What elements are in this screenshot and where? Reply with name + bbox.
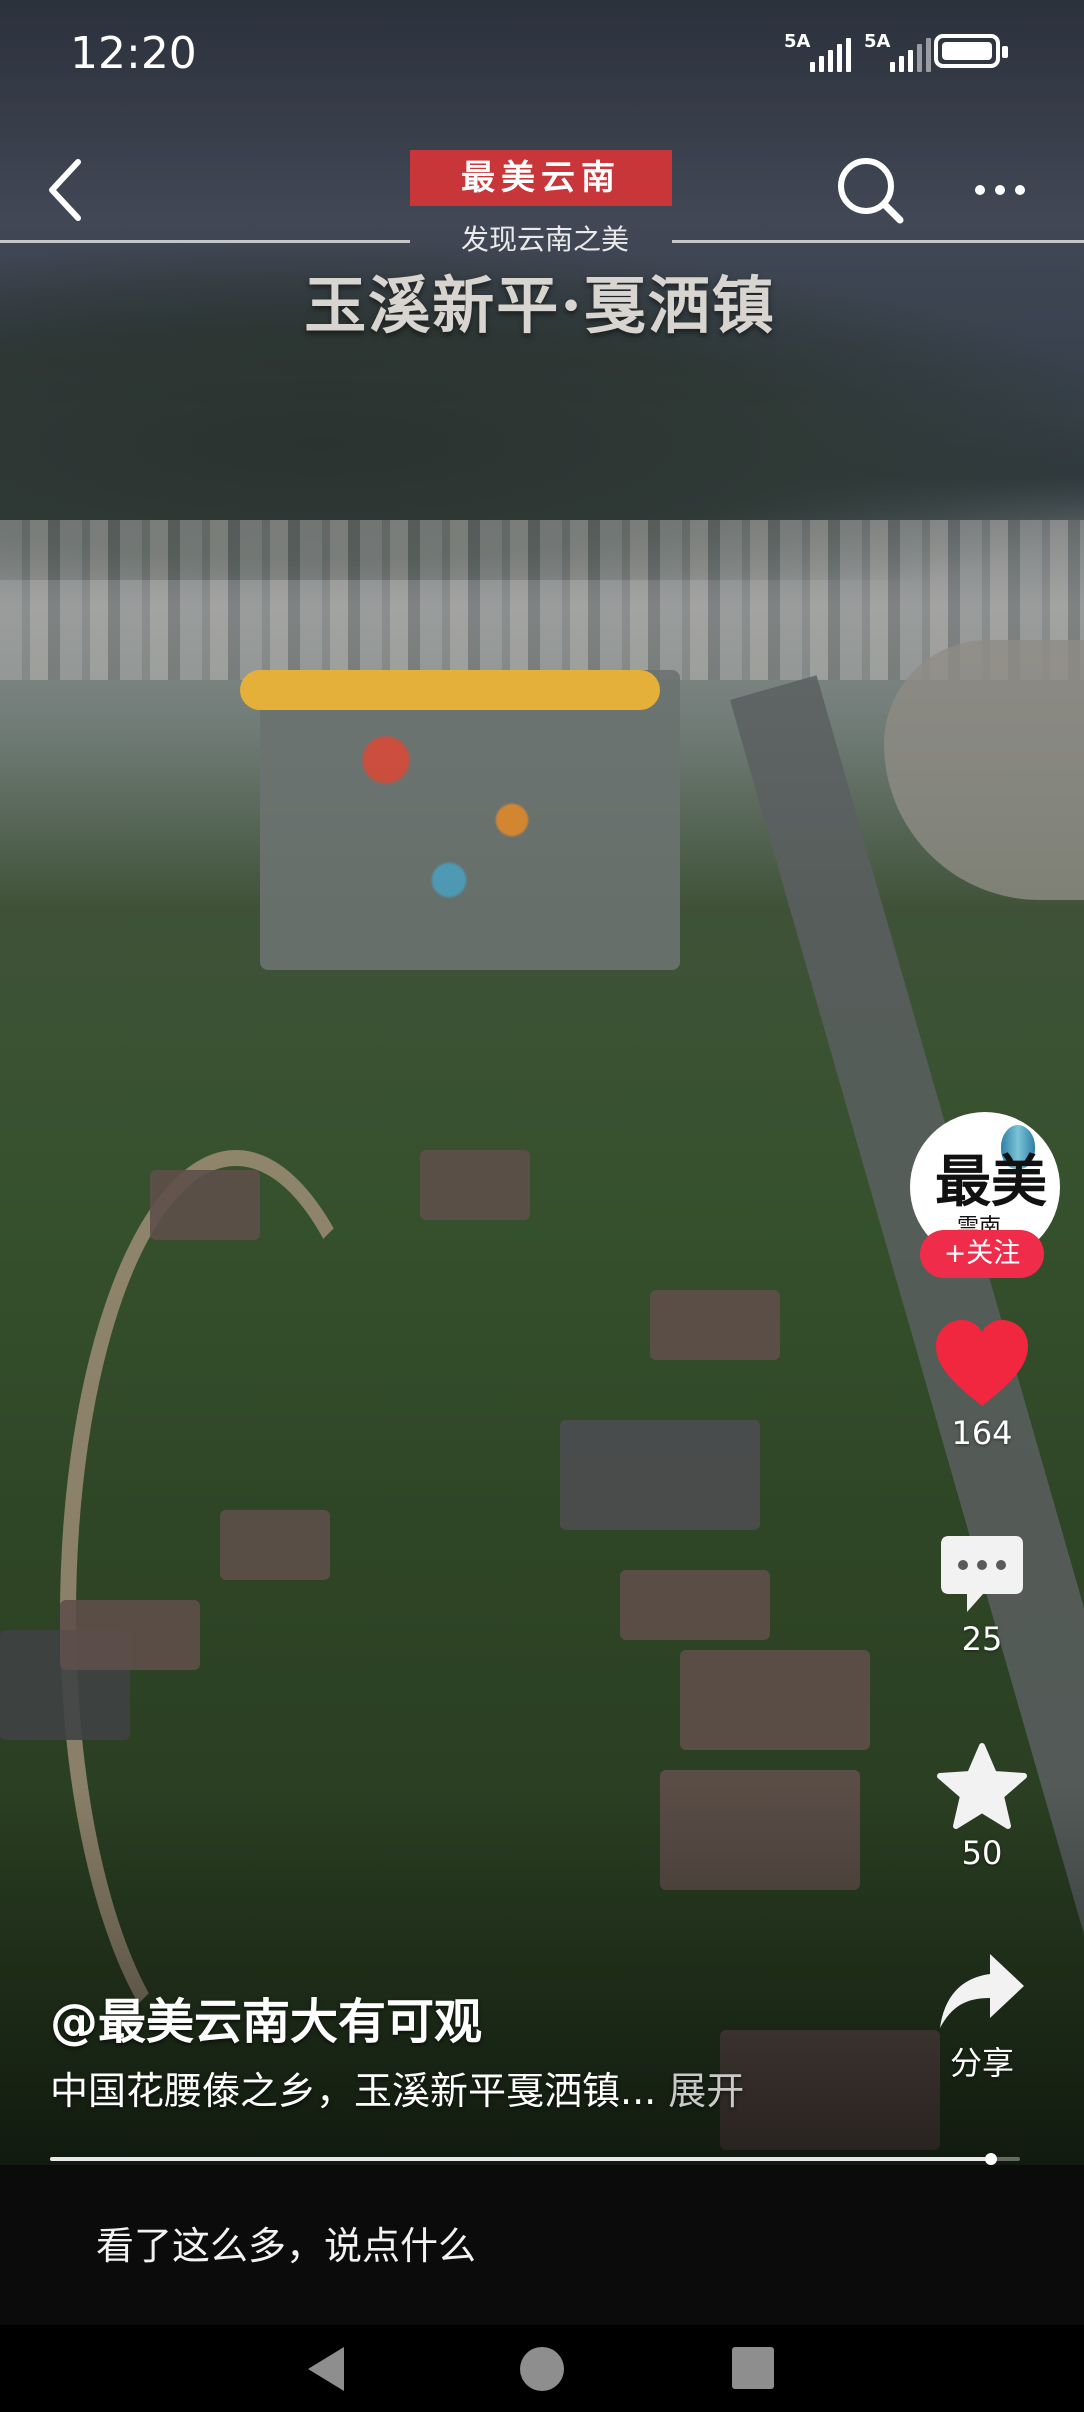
heart-icon xyxy=(936,1320,1028,1406)
more-dots-icon xyxy=(975,185,1025,195)
like-count: 164 xyxy=(951,1414,1013,1452)
comment-bar[interactable]: 看了这么多，说点什么 xyxy=(0,2165,1084,2325)
house xyxy=(620,1570,770,1640)
battery-icon xyxy=(934,34,1008,68)
nav-home-icon[interactable] xyxy=(520,2347,564,2391)
water-park-roof xyxy=(240,670,660,710)
system-nav-bar xyxy=(0,2325,1084,2412)
favorite-count: 50 xyxy=(961,1834,1003,1872)
progress-handle[interactable] xyxy=(984,2153,997,2165)
video-screen: 最美云南 发现云南之美 玉溪新平·戛洒镇 12:20 5A 5A 最美 雲南 +… xyxy=(0,0,1084,2412)
water-park xyxy=(260,670,680,970)
more-button[interactable] xyxy=(970,165,1030,215)
progress-fill xyxy=(50,2157,991,2161)
river xyxy=(884,640,1084,900)
share-label: 分享 xyxy=(949,2044,1014,2082)
video-overlay-title: 玉溪新平·戛洒镇 xyxy=(304,269,776,342)
expand-link[interactable]: 展开 xyxy=(668,2069,744,2113)
avatar-logo-text: 最美 xyxy=(935,1149,1047,1215)
status-bar: 12:20 5A 5A xyxy=(0,0,1084,110)
signal-label: 5A xyxy=(784,31,811,52)
comment-icon xyxy=(941,1536,1023,1612)
house xyxy=(650,1290,780,1360)
comment-button[interactable]: 25 xyxy=(914,1532,1050,1658)
house xyxy=(220,1510,330,1580)
video-overlay-subtitle: 发现云南之美 xyxy=(460,223,629,256)
clock: 12:20 xyxy=(70,28,197,79)
title-divider-right xyxy=(672,240,1084,243)
caption-text: 中国花腰傣之乡，玉溪新平戛洒镇... xyxy=(50,2069,657,2113)
house xyxy=(150,1170,260,1240)
signal-icon: 5A xyxy=(784,31,851,76)
chevron-left-icon xyxy=(49,159,81,221)
video-progress-bar[interactable] xyxy=(50,2153,1020,2165)
favorite-button[interactable]: 50 xyxy=(914,1742,1050,1872)
share-arrow-icon xyxy=(940,1954,1024,2028)
author-name[interactable]: @最美云南大有可观 xyxy=(50,1982,482,2052)
star-icon xyxy=(937,1743,1027,1829)
comment-count: 25 xyxy=(961,1620,1003,1658)
back-button[interactable] xyxy=(40,150,100,230)
video-caption[interactable]: 中国花腰傣之乡，玉溪新平戛洒镇... 展开 xyxy=(50,2060,744,2115)
signal-label: 5A xyxy=(864,31,891,52)
follow-button[interactable]: +关注 xyxy=(920,1230,1044,1278)
nav-back-icon[interactable] xyxy=(308,2347,344,2391)
nav-recents-icon[interactable] xyxy=(732,2347,774,2389)
signal-icon: 5A xyxy=(864,31,931,76)
search-icon xyxy=(838,158,904,224)
brand-badge: 最美云南 xyxy=(410,150,672,206)
house xyxy=(60,1600,200,1670)
town-backdrop xyxy=(0,520,1084,680)
house xyxy=(680,1650,870,1750)
title-divider-left xyxy=(0,240,410,243)
search-button[interactable] xyxy=(830,150,910,230)
comment-input[interactable]: 看了这么多，说点什么 xyxy=(96,2215,476,2270)
share-button[interactable]: 分享 xyxy=(914,1948,1050,2084)
like-button[interactable]: 164 xyxy=(914,1318,1050,1452)
house xyxy=(560,1420,760,1530)
house xyxy=(420,1150,530,1220)
